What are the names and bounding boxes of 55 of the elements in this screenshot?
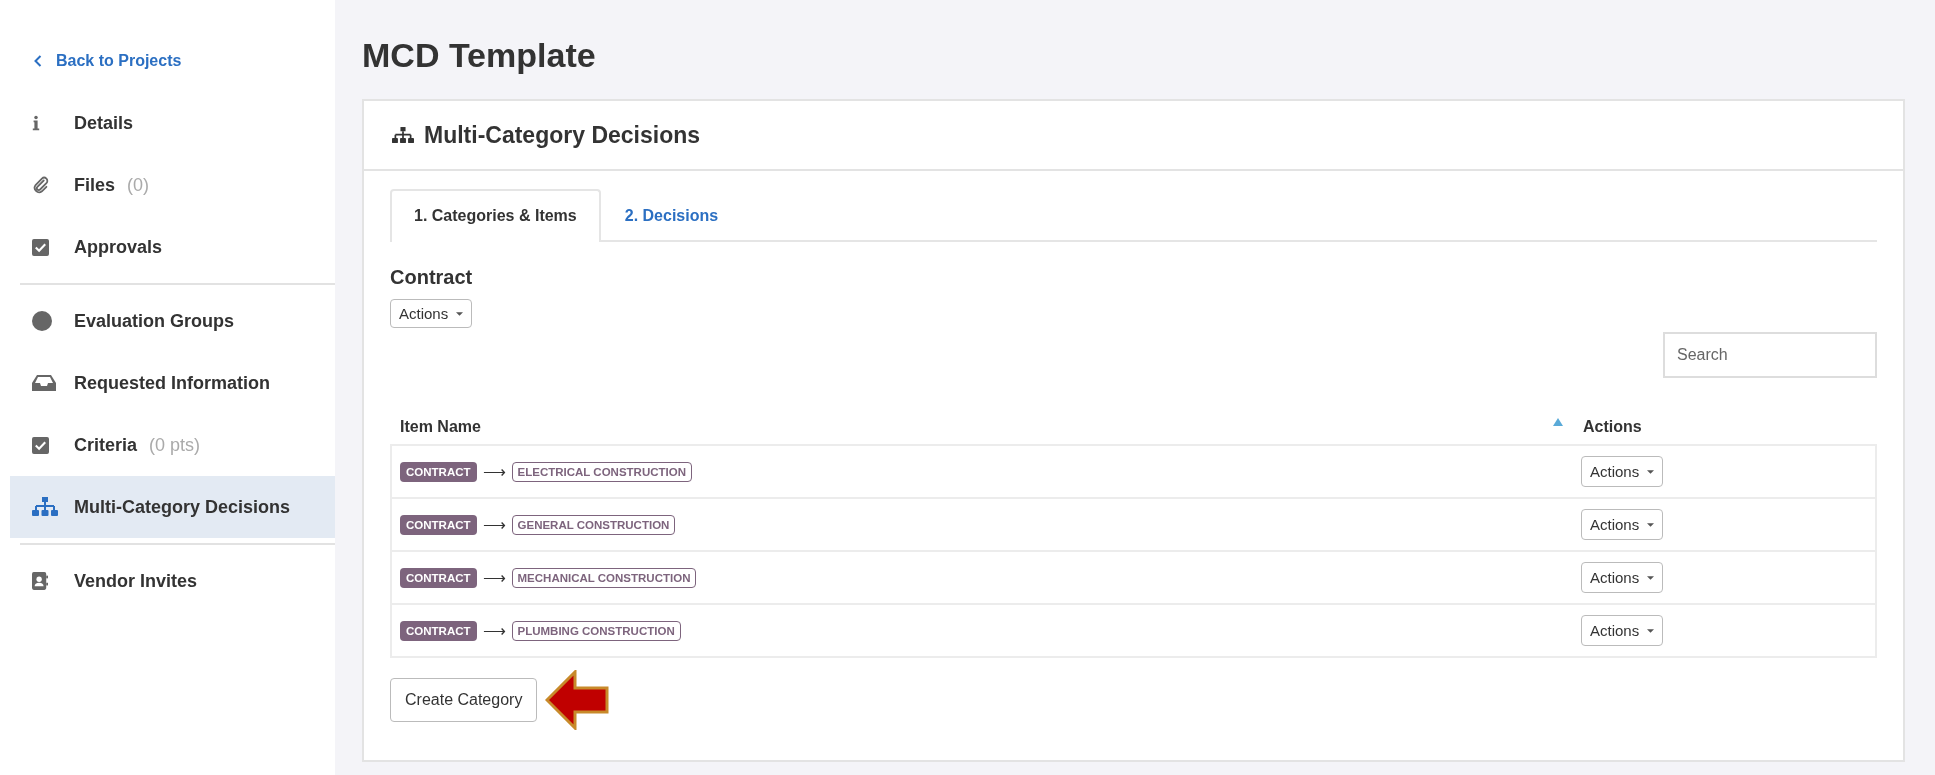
tab[interactable]: 2. Decisions xyxy=(600,189,743,242)
search-field[interactable]: Search xyxy=(1663,332,1877,378)
create-category-button[interactable]: Create Category xyxy=(390,678,538,722)
item-tag: GENERAL CONSTRUCTION xyxy=(511,514,676,535)
back-link[interactable]: Back to Projects xyxy=(10,44,206,78)
count-label: (0 pts) xyxy=(149,434,201,456)
category-tag: CONTRACT xyxy=(400,620,477,641)
column-header[interactable]: Actions xyxy=(1583,418,1642,436)
paperclip-icon xyxy=(32,176,50,194)
nav-item[interactable]: Requested Information xyxy=(10,352,335,414)
arrow-annotation xyxy=(545,670,610,730)
caret-icon xyxy=(456,311,464,316)
tab[interactable]: 1. Categories & Items xyxy=(390,189,601,242)
row-actions-dropdown[interactable]: Actions xyxy=(1581,562,1664,593)
row-actions-dropdown[interactable]: Actions xyxy=(1581,509,1664,540)
panel-title: Multi-Category Decisions xyxy=(424,121,701,149)
sitemap-icon xyxy=(392,126,414,144)
arrow-separator: ⟶ xyxy=(482,568,506,587)
nav-item[interactable]: Files (0) xyxy=(10,154,335,216)
circle-icon xyxy=(32,311,52,331)
actions-dropdown[interactable]: Actions xyxy=(390,299,473,328)
nav-item[interactable]: Evaluation Groups xyxy=(10,290,335,352)
caret-icon xyxy=(1647,628,1655,633)
back-link-label: Back to Projects xyxy=(56,52,182,70)
inbox-icon xyxy=(32,375,56,391)
arrow-separator: ⟶ xyxy=(482,515,506,534)
category-tag: CONTRACT xyxy=(400,567,477,588)
category-tag: CONTRACT xyxy=(400,461,477,482)
nav-item[interactable]: Details xyxy=(10,92,335,154)
nav-item[interactable]: Multi-Category Decisions xyxy=(10,476,335,538)
page-title: MCD Template xyxy=(362,36,596,75)
caret-icon xyxy=(1647,469,1655,474)
nav-item[interactable]: Approvals xyxy=(10,216,335,278)
item-tag: PLUMBING CONSTRUCTION xyxy=(511,620,681,641)
arrow-separator: ⟶ xyxy=(482,621,506,640)
caret-icon xyxy=(1647,522,1655,527)
section-title: Contract xyxy=(390,266,473,289)
category-tag: CONTRACT xyxy=(400,514,477,535)
item-tag: ELECTRICAL CONSTRUCTION xyxy=(511,461,692,482)
column-header[interactable]: Item Name xyxy=(400,418,481,436)
chevron-left-icon xyxy=(34,55,42,67)
info-icon xyxy=(32,114,40,132)
checkbox-icon xyxy=(32,238,49,256)
nav-item[interactable]: Vendor Invites xyxy=(10,550,335,612)
caret-icon xyxy=(1647,575,1655,580)
item-tag: MECHANICAL CONSTRUCTION xyxy=(511,567,697,588)
contact-card-icon xyxy=(32,572,48,590)
row-actions-dropdown[interactable]: Actions xyxy=(1581,615,1664,646)
sort-ascending-icon[interactable] xyxy=(1553,418,1563,426)
count-label: (0) xyxy=(127,174,150,196)
arrow-separator: ⟶ xyxy=(482,462,506,481)
row-actions-dropdown[interactable]: Actions xyxy=(1581,456,1664,487)
checkbox-icon xyxy=(32,436,49,454)
sitemap-icon xyxy=(32,497,58,517)
nav-item[interactable]: Criteria (0 pts) xyxy=(10,414,335,476)
